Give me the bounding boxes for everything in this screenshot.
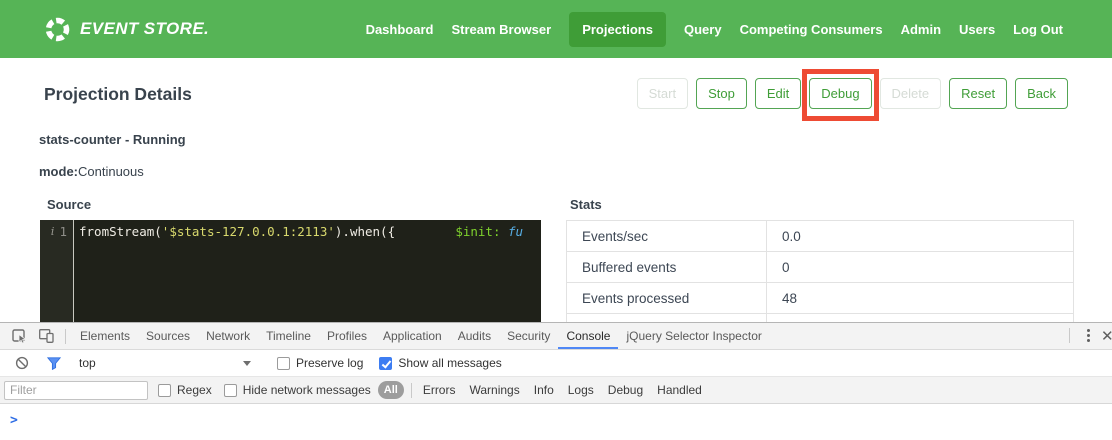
table-row: Events/sec 0.0 xyxy=(567,221,1074,252)
show-all-messages-checkbox[interactable] xyxy=(379,357,392,370)
tab-security[interactable]: Security xyxy=(499,323,558,349)
logo-text: EVENT STORE. xyxy=(80,19,209,39)
stats-heading: Stats xyxy=(570,197,1074,211)
devtools-panel: Elements Sources Network Timeline Profil… xyxy=(0,322,1112,440)
start-button: Start xyxy=(637,78,688,109)
table-row: Buffered events 0 xyxy=(567,252,1074,283)
stat-label: Events processed xyxy=(567,283,767,314)
console-prompt[interactable]: > xyxy=(0,404,1112,440)
devtools-tabbar: Elements Sources Network Timeline Profil… xyxy=(0,323,1112,350)
severity-info[interactable]: Info xyxy=(534,383,554,397)
table-row-partial xyxy=(567,314,1074,323)
divider xyxy=(1069,328,1070,343)
nav-admin[interactable]: Admin xyxy=(901,22,941,37)
preserve-log-label[interactable]: Preserve log xyxy=(296,356,363,370)
hide-network-messages-checkbox[interactable] xyxy=(224,384,237,397)
source-code-editor[interactable]: i 1 fromStream('$stats-127.0.0.1:2113').… xyxy=(40,220,541,322)
nav-query[interactable]: Query xyxy=(684,22,722,37)
devtools-tabbar-right: ✕ xyxy=(1059,323,1112,348)
console-toolbar: top Preserve log Show all messages xyxy=(0,350,1112,377)
nav-logout[interactable]: Log Out xyxy=(1013,22,1063,37)
nav-competing-consumers[interactable]: Competing Consumers xyxy=(740,22,883,37)
stats-table: Events/sec 0.0 Buffered events 0 Events … xyxy=(566,220,1074,322)
console-filter-icon[interactable] xyxy=(41,357,67,370)
line-number: 1 xyxy=(59,222,67,241)
show-all-messages-label[interactable]: Show all messages xyxy=(398,356,501,370)
tab-jquery-selector-inspector[interactable]: jQuery Selector Inspector xyxy=(618,323,769,349)
tab-elements[interactable]: Elements xyxy=(72,323,138,349)
editor-gutter: i 1 xyxy=(40,220,73,322)
severity-errors[interactable]: Errors xyxy=(423,383,456,397)
execution-context-dropdown[interactable]: top xyxy=(79,356,251,370)
severity-logs[interactable]: Logs xyxy=(568,383,594,397)
action-buttons: Start Stop Edit Debug Delete Reset Back xyxy=(637,78,1068,109)
mode-label: mode: xyxy=(39,164,78,179)
nav-dashboard[interactable]: Dashboard xyxy=(366,22,434,37)
tab-timeline[interactable]: Timeline xyxy=(258,323,319,349)
projection-mode: mode:Continuous xyxy=(39,164,144,179)
tab-network[interactable]: Network xyxy=(198,323,258,349)
clear-console-icon[interactable] xyxy=(9,356,35,370)
back-button[interactable]: Back xyxy=(1015,78,1068,109)
severity-handled[interactable]: Handled xyxy=(657,383,702,397)
console-prompt-chevron-icon: > xyxy=(10,413,18,428)
stats-section: Stats Events/sec 0.0 Buffered events 0 E… xyxy=(566,197,1074,322)
debug-highlight-box: Debug xyxy=(809,78,871,109)
source-heading: Source xyxy=(47,197,541,211)
device-toolbar-icon[interactable] xyxy=(33,323,59,349)
preserve-log-checkbox[interactable] xyxy=(277,357,290,370)
nav-projections[interactable]: Projections xyxy=(569,12,666,47)
severity-warnings[interactable]: Warnings xyxy=(469,383,519,397)
regex-checkbox[interactable] xyxy=(158,384,171,397)
page-title: Projection Details xyxy=(44,84,192,105)
stat-value: 0.0 xyxy=(767,221,1074,252)
chevron-down-icon xyxy=(243,361,251,366)
eventstore-ring-icon xyxy=(44,16,71,43)
hide-network-messages-label[interactable]: Hide network messages xyxy=(243,383,371,397)
severity-filters: Errors Warnings Info Logs Debug Handled xyxy=(423,383,702,397)
tab-sources[interactable]: Sources xyxy=(138,323,198,349)
regex-label[interactable]: Regex xyxy=(177,383,212,397)
stat-label: Buffered events xyxy=(567,252,767,283)
tab-application[interactable]: Application xyxy=(375,323,450,349)
mode-value: Continuous xyxy=(78,164,144,179)
divider xyxy=(65,329,66,344)
severity-debug[interactable]: Debug xyxy=(608,383,643,397)
table-row: Events processed 48 xyxy=(567,283,1074,314)
execution-context-value: top xyxy=(79,356,96,370)
source-section: Source i 1 fromStream('$stats-127.0.0.1:… xyxy=(40,197,541,322)
reset-button[interactable]: Reset xyxy=(949,78,1007,109)
tab-audits[interactable]: Audits xyxy=(450,323,499,349)
edit-button[interactable]: Edit xyxy=(755,78,801,109)
nav-stream-browser[interactable]: Stream Browser xyxy=(451,22,551,37)
debug-button[interactable]: Debug xyxy=(809,78,871,109)
stat-value: 0 xyxy=(767,252,1074,283)
top-nav: EVENT STORE. Dashboard Stream Browser Pr… xyxy=(0,0,1112,58)
code-line: fromStream('$stats-127.0.0.1:2113').when… xyxy=(73,220,541,322)
projection-name-status: stats-counter - Running xyxy=(39,132,186,147)
stop-button[interactable]: Stop xyxy=(696,78,747,109)
console-filterbar: Regex Hide network messages All Errors W… xyxy=(0,377,1112,404)
nav-menu: Dashboard Stream Browser Projections Que… xyxy=(366,12,1063,47)
tab-console[interactable]: Console xyxy=(558,323,618,349)
eventstore-logo[interactable]: EVENT STORE. xyxy=(44,16,209,43)
delete-button: Delete xyxy=(880,78,942,109)
severity-all-badge[interactable]: All xyxy=(378,381,404,399)
inspect-element-icon[interactable] xyxy=(7,323,33,349)
tab-profiles[interactable]: Profiles xyxy=(319,323,375,349)
projection-details-page: Projection Details Start Stop Edit Debug… xyxy=(0,58,1112,322)
gutter-info-icon: i xyxy=(51,222,55,241)
devtools-close-icon[interactable]: ✕ xyxy=(1101,327,1112,345)
nav-users[interactable]: Users xyxy=(959,22,995,37)
devtools-menu-icon[interactable] xyxy=(1076,329,1101,342)
divider xyxy=(411,383,412,398)
filter-input[interactable] xyxy=(4,381,148,400)
stat-value: 48 xyxy=(767,283,1074,314)
stat-label: Events/sec xyxy=(567,221,767,252)
